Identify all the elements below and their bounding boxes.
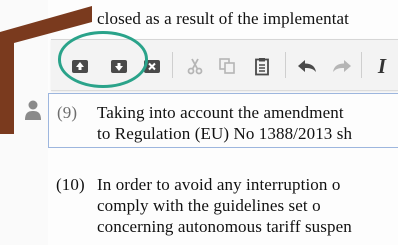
toolbar-separator <box>285 52 286 78</box>
copy-icon <box>219 58 235 74</box>
insert-above-button[interactable] <box>67 53 93 79</box>
paste-button[interactable] <box>249 53 275 79</box>
doc-text-line: closed as a result of the implementat <box>97 9 350 28</box>
editor-toolbar: I <box>51 39 398 91</box>
redo-icon <box>333 60 351 72</box>
cut-icon <box>187 58 203 75</box>
undo-icon <box>298 60 316 72</box>
toolbar-separator <box>172 52 173 78</box>
italic-button[interactable]: I <box>369 53 395 79</box>
insert-below-icon <box>111 60 127 73</box>
delete-paragraph-button[interactable] <box>139 53 165 79</box>
paste-icon <box>255 57 269 75</box>
paragraph-text-line: Taking into account the amendment <box>97 103 344 122</box>
undo-button[interactable] <box>294 53 320 79</box>
paragraph-text-line: comply with the guidelines set o <box>97 196 321 215</box>
delete-paragraph-icon <box>144 60 160 73</box>
cut-button[interactable] <box>182 53 208 79</box>
italic-icon: I <box>377 53 387 78</box>
user-icon <box>25 100 41 120</box>
paragraph-text-line: concerning autonomous tariff suspen <box>97 217 352 236</box>
toolbar-separator <box>361 52 362 78</box>
copy-button[interactable] <box>214 53 240 79</box>
paragraph-number: (10) <box>56 175 85 194</box>
insert-below-button[interactable] <box>106 53 132 79</box>
editor-page: closed as a result of the implementat I … <box>0 0 398 245</box>
insert-above-icon <box>72 60 88 73</box>
paragraph-text-line: to Regulation (EU) No 1388/2013 sh <box>97 124 353 143</box>
paragraph-number: (9) <box>57 103 78 122</box>
redo-button[interactable] <box>329 53 355 79</box>
paragraph-text-line: In order to avoid any interruption o <box>97 175 341 194</box>
